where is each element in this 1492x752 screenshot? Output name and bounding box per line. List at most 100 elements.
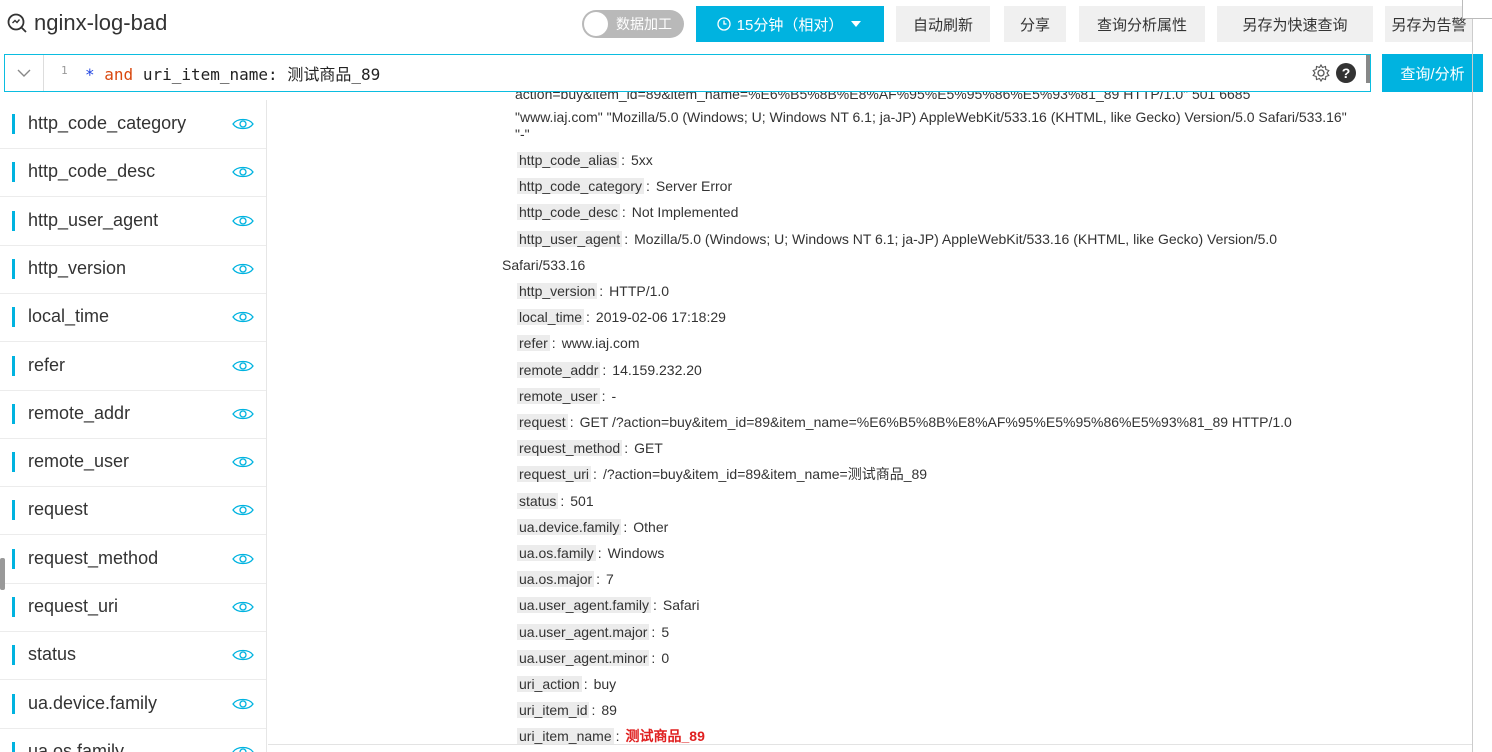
log-field-value[interactable]: 2019-02-06 17:18:29 [596,309,726,325]
search-analyze-button[interactable]: 查询/分析 [1382,54,1483,92]
log-field-value[interactable]: www.iaj.com [562,335,640,351]
log-field-key[interactable]: ua.user_agent.family [517,597,651,614]
time-range-button[interactable]: 15分钟（相对） [696,6,884,42]
query-scrollbar[interactable] [1366,55,1370,83]
log-field-key[interactable]: http_user_agent [517,230,623,247]
share-button[interactable]: 分享 [1004,6,1066,42]
log-field-key[interactable]: http_code_category [517,178,644,195]
sidebar-collapse-handle[interactable] [0,558,5,590]
sidebar-field-item[interactable]: request_method [0,535,266,584]
sidebar-field-item[interactable]: local_time [0,293,266,343]
log-field-value[interactable]: 5xx [631,152,653,168]
log-field-separator: : [623,518,628,535]
log-field-value[interactable]: 测试商品_89 [626,728,705,744]
log-field-key[interactable]: remote_addr [517,361,601,378]
log-field-key[interactable]: ua.device.family [517,518,622,535]
eye-icon[interactable] [232,213,254,229]
log-field-value[interactable]: Mozilla/5.0 (Windows; U; Windows NT 6.1;… [634,231,1277,247]
log-field-key[interactable]: request_uri [517,466,592,483]
log-field-value[interactable]: 89 [601,702,617,718]
log-field-key[interactable]: ua.user_agent.major [517,623,650,640]
save-quick-query-button[interactable]: 另存为快速查询 [1217,6,1373,42]
query-properties-button[interactable]: 查询分析属性 [1079,6,1205,42]
eye-icon[interactable] [232,164,254,180]
log-field-key[interactable]: uri_item_name [517,728,614,744]
log-field-value[interactable]: buy [594,676,617,692]
eye-icon[interactable] [232,696,254,712]
log-field-key[interactable]: ua.os.family [517,545,596,561]
log-field-value[interactable]: 7 [606,571,614,587]
log-field-key[interactable]: refer [517,335,550,352]
log-field-key[interactable]: ua.user_agent.minor [517,649,650,666]
log-field-row: local_time:2019-02-06 17:18:29 [517,306,726,328]
log-field-value[interactable]: 0 [661,650,669,666]
eye-icon[interactable] [232,744,254,752]
log-field-value[interactable]: GET /?action=buy&item_id=89&item_name=%E… [580,414,1292,430]
log-field-value[interactable]: 501 [570,493,593,509]
eye-icon[interactable] [232,406,254,422]
log-field-value[interactable]: - [611,388,616,404]
log-field-value[interactable]: Server Error [656,178,732,194]
log-field-value[interactable]: HTTP/1.0 [609,283,669,299]
log-field-key[interactable]: http_version [517,283,598,299]
gear-icon[interactable] [1311,63,1331,83]
sidebar-field-item[interactable]: refer [0,342,266,391]
line-number: 1 [61,64,68,77]
eye-icon[interactable] [232,116,254,132]
eye-icon[interactable] [232,309,254,325]
content-bottom-border [268,744,1473,745]
log-field-value[interactable]: 14.159.232.20 [612,362,702,378]
log-field-value[interactable]: /?action=buy&item_id=89&item_name=测试商品_8… [603,466,927,482]
sidebar-field-item[interactable]: request_uri [0,583,266,632]
eye-icon[interactable] [232,261,254,277]
log-field-key[interactable]: remote_user [517,387,600,404]
chevron-down-icon [17,69,31,77]
log-field-value[interactable]: Other [633,519,668,535]
log-field-key[interactable]: uri_item_id [517,702,590,719]
log-field-value[interactable]: Safari [663,597,700,613]
sidebar-field-item[interactable]: http_code_category [0,100,266,149]
log-field-separator: : [551,335,556,352]
sidebar-field-item[interactable]: status [0,631,266,681]
eye-icon[interactable] [232,647,254,663]
log-field-key[interactable]: status [517,492,559,509]
raw-log-line: "-" [515,126,530,142]
sidebar-field-item[interactable]: http_user_agent [0,197,266,246]
log-field-key[interactable]: uri_action [517,676,582,692]
sidebar-field-item[interactable]: remote_user [0,438,266,488]
sidebar-field-item[interactable]: ua.device.family [0,680,266,729]
eye-icon[interactable] [232,358,254,374]
log-field-separator: : [597,545,602,561]
sidebar-field-item[interactable]: ua.os.family [0,728,266,752]
sidebar-field-item[interactable]: request [0,486,266,536]
log-field-value[interactable]: GET [634,440,663,456]
sidebar-field-item[interactable]: remote_addr [0,390,266,439]
log-field-key[interactable]: request [517,414,568,430]
help-icon[interactable]: ? [1336,63,1356,83]
query-editor[interactable]: 1 * and uri_item_name: 测试商品_89 ? [4,54,1371,92]
log-field-key[interactable]: http_code_alias [517,152,620,168]
field-marker [12,162,15,183]
eye-icon[interactable] [232,599,254,615]
log-field-separator: : [624,440,629,457]
sidebar-field-item[interactable]: http_code_desc [0,148,266,198]
log-field-separator: : [651,649,656,666]
log-field-value[interactable]: 5 [661,624,669,640]
eye-icon[interactable] [232,502,254,518]
field-marker [12,210,15,231]
eye-icon[interactable] [232,454,254,470]
log-field-key[interactable]: local_time [517,309,585,326]
auto-refresh-button[interactable]: 自动刷新 [896,6,990,42]
sidebar-field-item[interactable]: http_version [0,245,266,294]
log-field-row: http_code_alias:5xx [517,149,653,171]
log-field-key[interactable]: request_method [517,440,623,457]
save-alert-button[interactable]: 另存为告警 [1385,6,1473,42]
data-transform-toggle[interactable]: 数据加工 [582,10,684,38]
log-field-value[interactable]: Windows [608,545,665,561]
query-text[interactable]: * and uri_item_name: 测试商品_89 [85,61,380,85]
query-history-toggle[interactable] [5,55,44,91]
eye-icon[interactable] [232,551,254,567]
log-field-key[interactable]: ua.os.major [517,571,595,588]
log-field-value[interactable]: Not Implemented [632,204,739,220]
log-field-key[interactable]: http_code_desc [517,204,620,221]
